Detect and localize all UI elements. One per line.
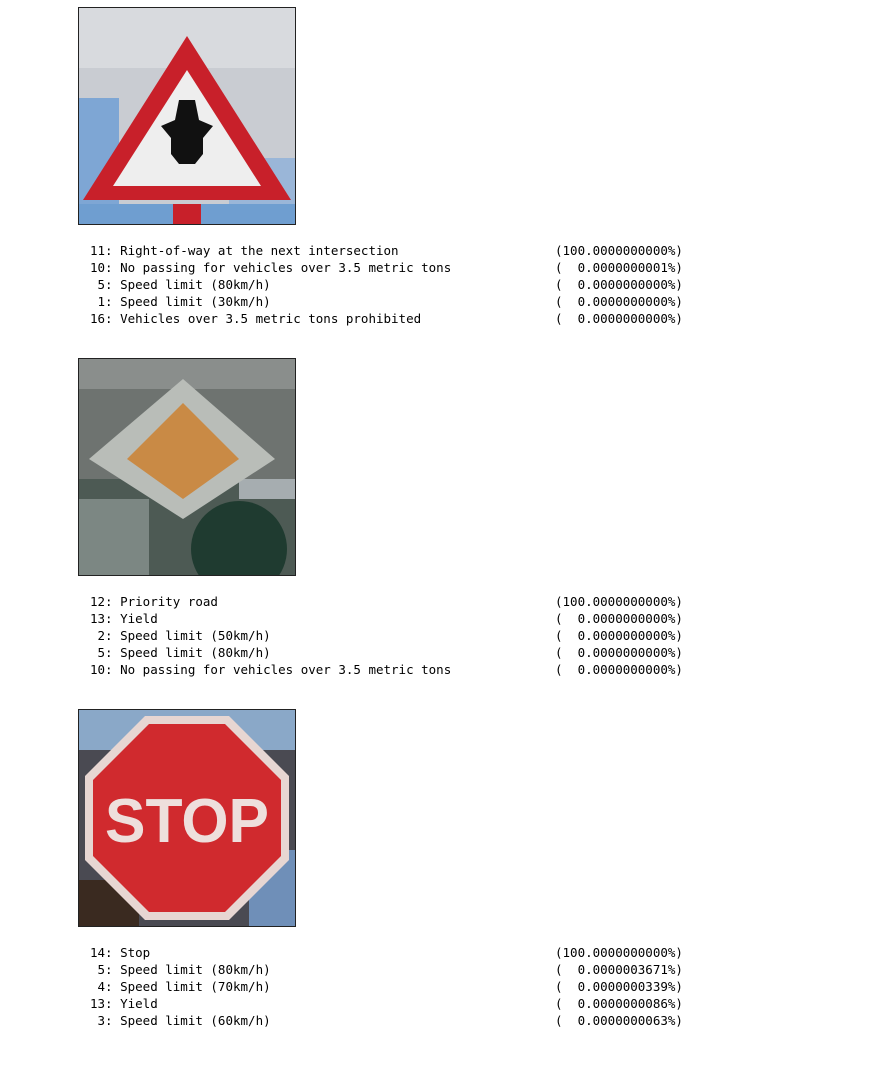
probability-value: ( 0.0000000339%) — [555, 979, 683, 994]
probability-value: ( 0.0000000000%) — [555, 662, 683, 677]
prediction-row: 10: No passing for vehicles over 3.5 met… — [90, 661, 730, 678]
probability-value: (100.0000000000%) — [555, 945, 683, 960]
prediction-row: 4: Speed limit (70km/h) ( 0.0000000339%) — [90, 978, 730, 995]
class-label: 10: No passing for vehicles over 3.5 met… — [90, 662, 452, 677]
class-label: 11: Right-of-way at the next intersectio… — [90, 243, 399, 258]
prediction-row: 1: Speed limit (30km/h) ( 0.0000000000%) — [90, 293, 730, 310]
class-label: 5: Speed limit (80km/h) — [90, 962, 271, 977]
probability-value: ( 0.0000000001%) — [555, 260, 683, 275]
class-label: 13: Yield — [90, 611, 158, 626]
right-of-way-sign-image — [78, 7, 296, 225]
class-label: 13: Yield — [90, 996, 158, 1011]
prediction-list: 11: Right-of-way at the next intersectio… — [90, 242, 730, 327]
class-label: 5: Speed limit (80km/h) — [90, 277, 271, 292]
prediction-row: 12: Priority road (100.0000000000%) — [90, 593, 730, 610]
prediction-row: 14: Stop (100.0000000000%) — [90, 944, 730, 961]
prediction-row: 5: Speed limit (80km/h) ( 0.0000003671%) — [90, 961, 730, 978]
probability-value: (100.0000000000%) — [555, 594, 683, 609]
sign-text: STOP — [105, 787, 269, 856]
prediction-row: 5: Speed limit (80km/h) ( 0.0000000000%) — [90, 644, 730, 661]
prediction-row: 2: Speed limit (50km/h) ( 0.0000000000%) — [90, 627, 730, 644]
probability-value: ( 0.0000000000%) — [555, 611, 683, 626]
class-label: 3: Speed limit (60km/h) — [90, 1013, 271, 1028]
probability-value: ( 0.0000000000%) — [555, 628, 683, 643]
result-block-1: 11: Right-of-way at the next intersectio… — [0, 0, 896, 351]
probability-value: ( 0.0000000086%) — [555, 996, 683, 1011]
probability-value: ( 0.0000000000%) — [555, 645, 683, 660]
probability-value: ( 0.0000003671%) — [555, 962, 683, 977]
triangle-warning-sign-icon — [79, 8, 295, 224]
prediction-row: 5: Speed limit (80km/h) ( 0.0000000000%) — [90, 276, 730, 293]
priority-road-sign-icon — [79, 359, 295, 575]
class-label: 14: Stop — [90, 945, 151, 960]
prediction-list: 12: Priority road (100.0000000000%) 13: … — [90, 593, 730, 678]
class-label: 1: Speed limit (30km/h) — [90, 294, 271, 309]
stop-sign-image: STOP — [78, 709, 296, 927]
class-label: 5: Speed limit (80km/h) — [90, 645, 271, 660]
prediction-row: 13: Yield ( 0.0000000086%) — [90, 995, 730, 1012]
prediction-row: 13: Yield ( 0.0000000000%) — [90, 610, 730, 627]
result-block-3: STOP 14: Stop (100.0000000000%) 5: Speed… — [0, 702, 896, 1053]
class-label: 12: Priority road — [90, 594, 218, 609]
prediction-row: 16: Vehicles over 3.5 metric tons prohib… — [90, 310, 730, 327]
prediction-list: 14: Stop (100.0000000000%) 5: Speed limi… — [90, 944, 730, 1029]
result-block-2: 12: Priority road (100.0000000000%) 13: … — [0, 351, 896, 702]
stop-sign-icon: STOP — [79, 710, 295, 926]
class-label: 2: Speed limit (50km/h) — [90, 628, 271, 643]
probability-value: ( 0.0000000000%) — [555, 294, 683, 309]
prediction-row: 3: Speed limit (60km/h) ( 0.0000000063%) — [90, 1012, 730, 1029]
probability-value: (100.0000000000%) — [555, 243, 683, 258]
class-label: 10: No passing for vehicles over 3.5 met… — [90, 260, 452, 275]
priority-road-sign-image — [78, 358, 296, 576]
probability-value: ( 0.0000000000%) — [555, 277, 683, 292]
prediction-row: 10: No passing for vehicles over 3.5 met… — [90, 259, 730, 276]
prediction-row: 11: Right-of-way at the next intersectio… — [90, 242, 730, 259]
class-label: 16: Vehicles over 3.5 metric tons prohib… — [90, 311, 422, 326]
probability-value: ( 0.0000000000%) — [555, 311, 683, 326]
probability-value: ( 0.0000000063%) — [555, 1013, 683, 1028]
class-label: 4: Speed limit (70km/h) — [90, 979, 271, 994]
